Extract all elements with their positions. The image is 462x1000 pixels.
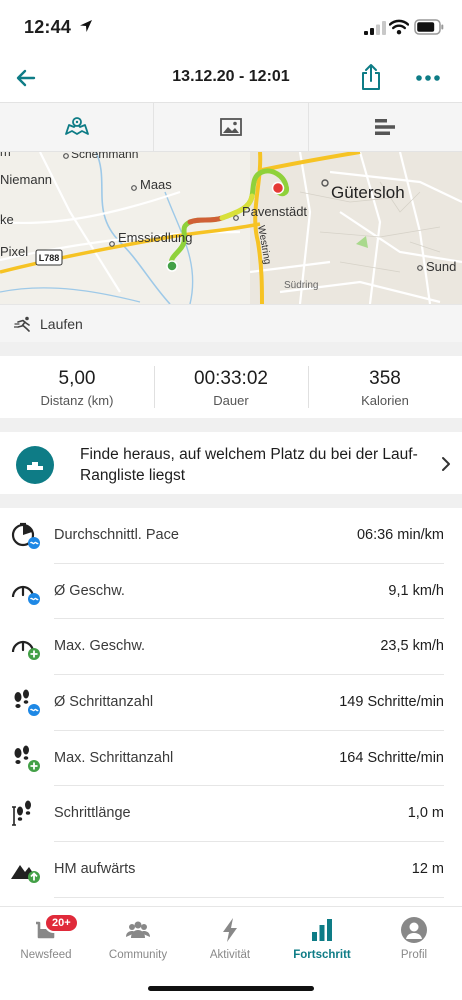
activity-type-bar: Laufen <box>0 304 462 342</box>
summary-calories: 358 Kalorien <box>308 356 462 418</box>
share-icon[interactable] <box>358 62 384 92</box>
community-icon <box>126 921 150 938</box>
tab-newsfeed[interactable]: 20+ Newsfeed <box>0 913 92 961</box>
view-tabs <box>0 102 462 152</box>
chevron-right-icon <box>442 457 450 471</box>
home-indicator <box>148 986 314 991</box>
location-arrow-icon <box>80 20 92 32</box>
svg-text:rn: rn <box>0 152 11 159</box>
stat-value: 23,5 km/h <box>380 638 444 655</box>
stat-row-stride: Schrittlänge 1,0 m <box>0 786 462 842</box>
stat-value: 164 Schritte/min <box>339 749 444 766</box>
wifi-icon <box>389 19 409 35</box>
pace-icon <box>11 522 40 549</box>
map-label-schemmann: Schemmann <box>71 152 138 161</box>
section-divider <box>0 418 462 432</box>
header: 13.12.20 - 12:01 <box>0 52 462 102</box>
stat-row-max-cadence: Max. Schrittanzahl 164 Schritte/min <box>0 731 462 787</box>
calories-value: 358 <box>369 368 401 389</box>
leaderboard-icon <box>16 446 54 484</box>
cadence-avg-icon <box>14 689 40 717</box>
tab-activity[interactable]: Aktivität <box>184 915 276 961</box>
status-time: 12:44 <box>24 17 72 37</box>
distance-value: 5,00 <box>58 368 96 389</box>
map-label-pixel: Pixel <box>0 244 28 259</box>
stat-label: Max. Geschw. <box>54 638 146 655</box>
stat-value: 12 m <box>411 861 444 878</box>
tab-label: Profil <box>400 949 428 961</box>
tab-label: Aktivität <box>209 949 251 961</box>
stat-row-avg-speed: Ø Geschw. 9,1 km/h <box>0 564 462 620</box>
status-bar: 12:44 <box>0 0 462 52</box>
profile-icon <box>401 917 427 943</box>
stat-value: 149 Schritte/min <box>339 694 444 711</box>
stats-list: Durchschnittl. Pace 06:36 min/km Ø Gesch… <box>0 508 462 898</box>
tab-profile[interactable]: Profil <box>368 915 460 961</box>
map-road-shield: L788 <box>39 253 60 263</box>
map-label-emssiedlung: Emssiedlung <box>118 230 192 245</box>
cadence-max-icon <box>14 745 40 772</box>
map-label-pavenstaedt: Pavenstädt <box>242 204 307 219</box>
tab-community[interactable]: Community <box>92 915 184 961</box>
progress-icon <box>312 919 332 941</box>
map-label-ke: ke <box>0 212 14 227</box>
bars-icon <box>375 119 396 135</box>
map-label-guetersloh: Gütersloh <box>331 183 405 202</box>
stride-icon <box>12 800 31 827</box>
more-options-icon[interactable] <box>414 66 442 90</box>
cellular-signal-icon <box>364 21 386 35</box>
map-label-sudring: Südring <box>284 280 318 291</box>
notification-badge: 20+ <box>44 913 79 933</box>
duration-value: 00:33:02 <box>194 368 268 389</box>
elevation-up-icon <box>11 865 40 884</box>
stat-label: Max. Schrittanzahl <box>54 749 174 766</box>
summary-distance: 5,00 Distanz (km) <box>0 356 154 418</box>
route-start-marker <box>166 260 178 272</box>
map-icon <box>64 117 89 135</box>
promo-text: Finde heraus, auf welchem Platz du bei d… <box>80 446 418 484</box>
route-end-marker <box>271 181 285 195</box>
activity-type-label: Laufen <box>40 316 83 332</box>
tab-label: Newsfeed <box>20 949 72 961</box>
summary-duration: 00:33:02 Dauer <box>154 356 308 418</box>
tab-label: Fortschritt <box>293 949 351 961</box>
map-label-sund: Sund <box>426 259 456 274</box>
stat-label: Durchschnittl. Pace <box>54 527 179 543</box>
stat-row-pace: Durchschnittl. Pace 06:36 min/km <box>0 508 462 564</box>
distance-label: Distanz (km) <box>40 393 114 408</box>
tab-progress[interactable]: Fortschritt <box>276 915 368 961</box>
stat-value: 1,0 m <box>407 805 444 822</box>
page-title: 13.12.20 - 12:01 <box>172 68 290 85</box>
stat-label: HM aufwärts <box>54 861 136 878</box>
map-canvas: rn Schemmann Niemann Maas Gütersloh Pave… <box>0 152 462 304</box>
speed-max-icon <box>11 641 40 661</box>
activity-bolt-icon <box>223 918 237 942</box>
map-label-maas: Maas <box>140 177 172 192</box>
calories-label: Kalorien <box>361 393 409 408</box>
duration-label: Dauer <box>213 393 249 408</box>
running-icon <box>14 316 30 332</box>
image-icon <box>220 118 242 136</box>
tab-photos[interactable] <box>154 103 309 151</box>
section-divider <box>0 494 462 508</box>
stat-label: Ø Schrittanzahl <box>54 694 154 711</box>
tab-label: Community <box>108 949 168 961</box>
stat-value: 06:36 min/km <box>356 527 444 543</box>
battery-icon <box>414 19 444 35</box>
tab-splits[interactable] <box>309 103 462 151</box>
summary-metrics: 5,00 Distanz (km) 00:33:02 Dauer 358 Kal… <box>0 356 462 418</box>
route-map[interactable]: rn Schemmann Niemann Maas Gütersloh Pave… <box>0 152 462 304</box>
speed-avg-icon <box>11 585 40 605</box>
map-label-niemann: Niemann <box>0 172 52 187</box>
leaderboard-promo[interactable]: Finde heraus, auf welchem Platz du bei d… <box>0 432 462 494</box>
stat-row-max-speed: Max. Geschw. 23,5 km/h <box>0 619 462 675</box>
stat-label: Ø Geschw. <box>54 582 125 599</box>
stat-value: 9,1 km/h <box>388 582 444 599</box>
stat-label: Schrittlänge <box>54 805 131 822</box>
tab-map[interactable] <box>0 103 155 151</box>
stat-row-elevation: HM aufwärts 12 m <box>0 842 462 898</box>
stat-row-avg-cadence: Ø Schrittanzahl 149 Schritte/min <box>0 675 462 731</box>
section-divider <box>0 342 462 356</box>
